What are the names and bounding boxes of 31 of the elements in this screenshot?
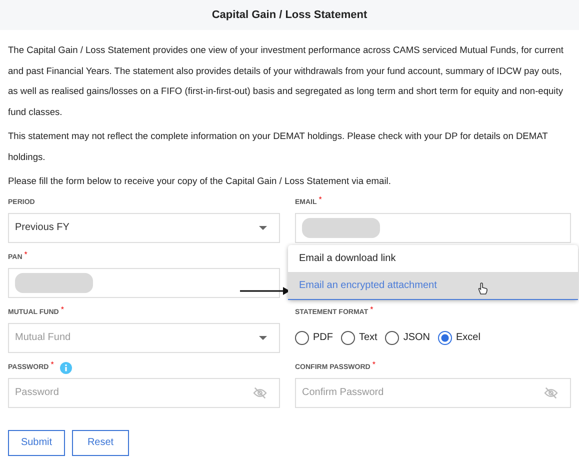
email-field[interactable] [295,212,571,242]
hand-cursor-icon [477,282,488,294]
caret-icon [259,336,267,340]
eye-off-icon[interactable] [253,386,267,398]
required-mark: * [24,250,28,258]
arrow-icon [240,286,290,294]
period-dropdown[interactable]: Previous FY [8,212,280,242]
required-mark: * [60,306,64,314]
radio-label[interactable]: JSON [403,332,430,343]
radio-button[interactable] [341,330,355,344]
required-mark: * [370,306,374,314]
required-mark: * [372,360,376,368]
radio-label[interactable]: Text [359,332,378,343]
info-icon[interactable] [60,362,72,374]
pan-field[interactable] [8,268,280,298]
form-button[interactable]: Submit [8,430,65,456]
caret-icon [259,226,267,230]
required-mark: * [50,360,54,368]
radio-label[interactable]: PDF [313,332,333,343]
required-mark: * [318,196,322,204]
paragraph: This statement may not reflect the complete information on your DEMAT holdings. Please check with your DP for details on DEMAT holdings. [8,130,549,164]
eye-off-icon[interactable] [544,386,558,398]
form-button[interactable]: Reset [72,430,129,456]
paragraph: Please fill the form below to receive your copy of the Capital Gain / Loss Statement via email. [8,175,392,188]
paragraph: The Capital Gain / Loss Statement provides one view of your investment performance across CAMS serviced Mutual Funds, for current and past Financial Years. The statement also provides details of your withdrawals from your fund account, summary of IDCW pay outs, as well as realised gains/losses on a FIFO (first-in-first-out) basis and segregated as long term and short term for equity and non-equity fund classes. [8,44,564,118]
radio-label[interactable]: Excel [456,332,480,343]
page-title: Capital Gain / Loss Statement [212,9,368,21]
radio-button[interactable] [438,330,452,344]
menu-item[interactable]: Email a download link [288,244,578,272]
radio-button[interactable] [385,330,400,344]
radio-button[interactable] [295,330,309,344]
